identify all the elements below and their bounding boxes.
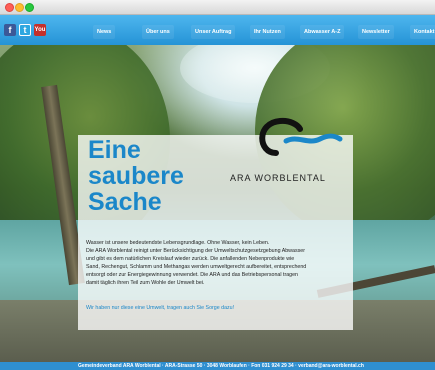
nav-item-unser-auftrag[interactable]: Unser Auftrag <box>191 25 236 39</box>
tagline-text: Wir haben nur diese eine Umwelt, tragen … <box>86 305 235 311</box>
logo-wordmark: ARA WORBLENTAL <box>230 173 326 183</box>
nav-item-ihr-nutzen[interactable]: Ihr Nutzen <box>250 25 285 39</box>
main-navigation: f t You News Über uns Unser Auftrag Ihr … <box>0 15 435 45</box>
youtube-icon[interactable]: You <box>34 24 46 36</box>
hero-panel: Eine saubere Sache ARA WORBLENTAL Wasser… <box>78 117 353 330</box>
footer-contact-bar: Gemeindeverband ARA Worblental · ARA-Str… <box>0 362 435 370</box>
paragraph-line: und gibt es dem natürlichen Kreislauf wi… <box>86 256 295 262</box>
headline-line: saubere <box>88 162 184 190</box>
nav-item-news[interactable]: News <box>93 25 116 39</box>
paragraph-line: entsorgt oder zur Energiegewinnung verwe… <box>86 272 299 278</box>
window-titlebar <box>0 0 435 15</box>
nav-item-kontakt[interactable]: Kontakt <box>410 25 435 39</box>
nav-item-ueber-uns[interactable]: Über uns <box>142 25 174 39</box>
twitter-icon[interactable]: t <box>19 24 31 36</box>
headline-line: Sache <box>88 188 162 216</box>
minimize-window-button[interactable] <box>15 3 24 12</box>
hero-headline: Eine saubere Sache <box>88 137 184 215</box>
maximize-window-button[interactable] <box>25 3 34 12</box>
close-window-button[interactable] <box>5 3 14 12</box>
paragraph-line: Sand, Rechengut, Schlamm und Methangas w… <box>86 264 307 270</box>
paragraph-line: damit täglich ihren Teil zum Wohle der U… <box>86 280 205 286</box>
facebook-icon[interactable]: f <box>4 24 16 36</box>
headline-line: Eine <box>88 136 141 164</box>
nav-item-newsletter[interactable]: Newsletter <box>358 25 394 39</box>
nav-item-abwasser-az[interactable]: Abwasser A-Z <box>300 25 345 39</box>
intro-paragraph: Wasser ist unsere bedeutendste Lebensgru… <box>86 239 351 287</box>
paragraph-line: Die ARA Worblental reinigt unter Berücks… <box>86 248 305 254</box>
paragraph-line: Wasser ist unsere bedeutendste Lebensgru… <box>86 240 270 246</box>
ara-logo-icon <box>259 117 343 156</box>
